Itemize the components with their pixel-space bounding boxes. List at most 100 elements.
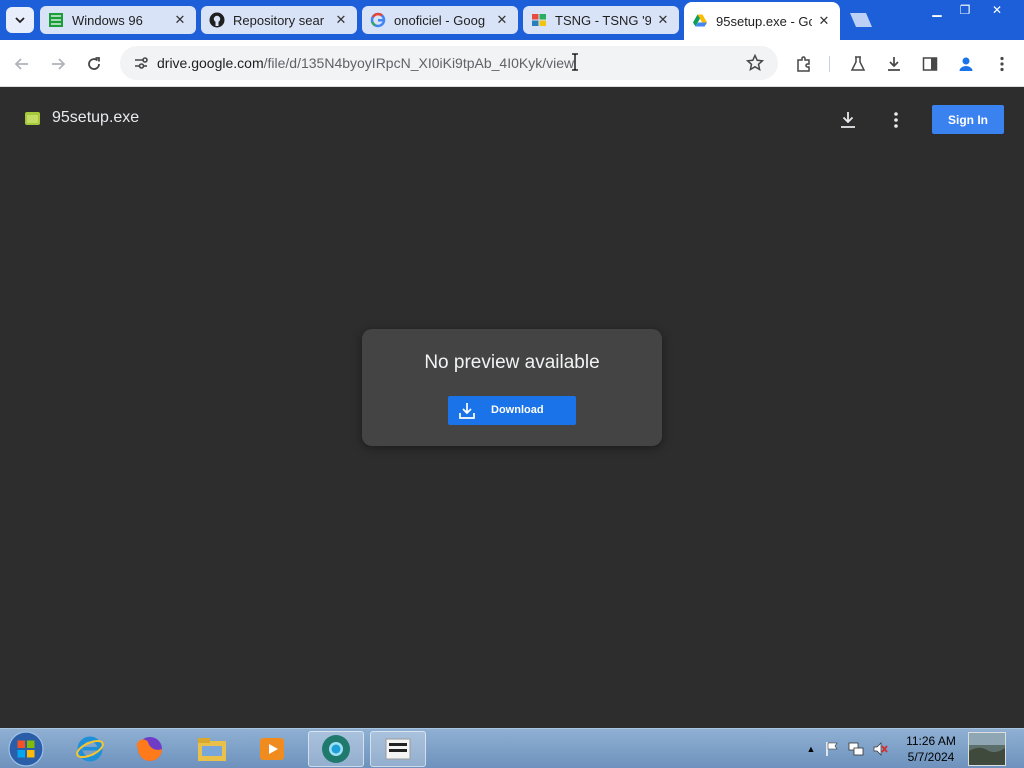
network-tray[interactable] (848, 741, 864, 757)
minimize-icon: ▁ (932, 3, 942, 17)
google-drive-icon (692, 13, 708, 29)
internet-explorer-icon (76, 736, 104, 762)
star-icon (746, 54, 764, 72)
close-icon: ✕ (991, 3, 1003, 17)
tab-windows-96[interactable]: Windows 96 ✕ (40, 6, 196, 34)
tab-tsng[interactable]: TSNG - TSNG '9 ✕ (523, 6, 679, 34)
taskbar-file-explorer[interactable] (184, 731, 240, 767)
taskbar-media-player[interactable] (244, 731, 300, 767)
restore-icon: ❐ (959, 3, 971, 17)
start-button[interactable] (6, 730, 46, 768)
new-tab-button[interactable] (846, 11, 874, 29)
url-path: /file/d/135N4byoyIRpcN_XI0iKi9tpAb_4I0Ky… (263, 55, 575, 71)
more-vert-icon (894, 112, 898, 128)
chevron-up-icon: ▲ (806, 744, 816, 754)
media-player-icon (260, 738, 284, 760)
tab-repository-search[interactable]: Repository sear ✕ (201, 6, 357, 34)
close-icon[interactable]: ✕ (655, 12, 671, 28)
toolbar-separator (829, 56, 830, 72)
site-info-button[interactable] (126, 48, 156, 78)
drive-viewer: 95setup.exe Sign In No preview available… (0, 88, 1024, 728)
address-url[interactable]: drive.google.com/file/d/135N4byoyIRpcN_X… (157, 55, 574, 71)
tab-title: Windows 96 (72, 12, 143, 28)
address-bar[interactable]: drive.google.com/file/d/135N4byoyIRpcN_X… (120, 46, 778, 80)
taskbar-clock[interactable]: 11:26 AM 5/7/2024 (900, 733, 962, 765)
file-name: 95setup.exe (52, 109, 140, 126)
side-panel-icon (922, 57, 938, 71)
sign-in-button[interactable]: Sign In (932, 105, 1004, 134)
bookmark-button[interactable] (740, 48, 770, 78)
viewer-more-button[interactable] (882, 106, 910, 134)
taskbar-chrome[interactable] (308, 731, 364, 767)
flag-icon (826, 742, 838, 756)
tab-title: onoficiel - Goog (394, 12, 486, 28)
close-icon[interactable]: ✕ (816, 13, 832, 29)
side-panel-button[interactable] (914, 48, 946, 80)
labs-button[interactable] (842, 48, 874, 80)
arrow-left-icon (14, 58, 28, 70)
executable-file-icon (25, 112, 40, 125)
close-window-button[interactable]: ✕ (982, 2, 1012, 18)
viewer-download-button[interactable] (834, 106, 862, 134)
puzzle-icon (797, 56, 810, 72)
windows-flag-icon (531, 12, 547, 28)
clock-time: 11:26 AM (906, 734, 956, 748)
firefox-icon (136, 737, 162, 761)
tab-strip: Windows 96 ✕ Repository sear ✕ onoficiel… (0, 0, 1024, 40)
url-host: drive.google.com (157, 55, 264, 71)
tab-95setup-exe[interactable]: 95setup.exe - Gc ✕ (684, 2, 840, 40)
more-vert-icon (1000, 56, 1004, 72)
app-icon (385, 738, 411, 760)
new-tab-icon (850, 13, 872, 27)
taskbar-firefox[interactable] (122, 731, 178, 767)
minimize-button[interactable]: ▁ (922, 2, 952, 18)
browser-toolbar: drive.google.com/file/d/135N4byoyIRpcN_X… (0, 40, 1024, 87)
taskbar-app[interactable] (370, 731, 426, 767)
no-preview-title: No preview available (424, 352, 600, 373)
chevron-down-icon (15, 17, 25, 24)
download-icon (841, 112, 855, 128)
close-icon[interactable]: ✕ (494, 12, 510, 28)
download-icon (459, 403, 475, 419)
desktop-preview-icon (969, 733, 1005, 765)
volume-tray[interactable] (872, 741, 888, 757)
tab-onoficiel-google[interactable]: onoficiel - Goog ✕ (362, 6, 518, 34)
file-explorer-icon (198, 738, 226, 761)
tab-title: TSNG - TSNG '9 (555, 12, 651, 28)
arrow-right-icon (52, 58, 66, 70)
network-icon (848, 742, 864, 756)
show-hidden-icons-button[interactable]: ▲ (803, 741, 819, 757)
menu-button[interactable] (986, 48, 1018, 80)
clock-date: 5/7/2024 (907, 750, 955, 764)
extensions-button[interactable] (788, 48, 820, 80)
close-icon[interactable]: ✕ (333, 12, 349, 28)
text-cursor-icon (572, 53, 578, 71)
download-label: Download (491, 404, 544, 416)
github-icon (209, 12, 225, 28)
windows-start-icon (8, 731, 44, 767)
no-preview-dialog: No preview available Download (362, 329, 662, 446)
flask-icon (850, 56, 866, 71)
downloads-button[interactable] (878, 48, 910, 80)
person-icon (959, 57, 973, 71)
download-button[interactable]: Download (448, 396, 576, 425)
action-center-tray[interactable] (824, 741, 840, 757)
google-icon (370, 12, 386, 28)
restore-button[interactable]: ❐ (950, 2, 980, 18)
taskbar: ▲ 11:26 AM 5/7/2024 (0, 728, 1024, 768)
volume-muted-icon (873, 742, 888, 756)
reload-icon (88, 57, 100, 70)
tab-title: Repository sear (233, 12, 325, 28)
download-icon (888, 57, 900, 71)
forward-button[interactable] (42, 48, 74, 80)
reload-button[interactable] (78, 48, 110, 80)
back-button[interactable] (6, 48, 38, 80)
tab-title: 95setup.exe - Gc (716, 13, 812, 29)
close-icon[interactable]: ✕ (172, 12, 188, 28)
show-desktop-button[interactable] (968, 732, 1006, 766)
tab-search-button[interactable] (6, 7, 34, 33)
taskbar-internet-explorer[interactable] (62, 731, 118, 767)
tune-icon (135, 57, 148, 69)
windows96-icon (48, 12, 64, 28)
profile-button[interactable] (950, 48, 982, 80)
